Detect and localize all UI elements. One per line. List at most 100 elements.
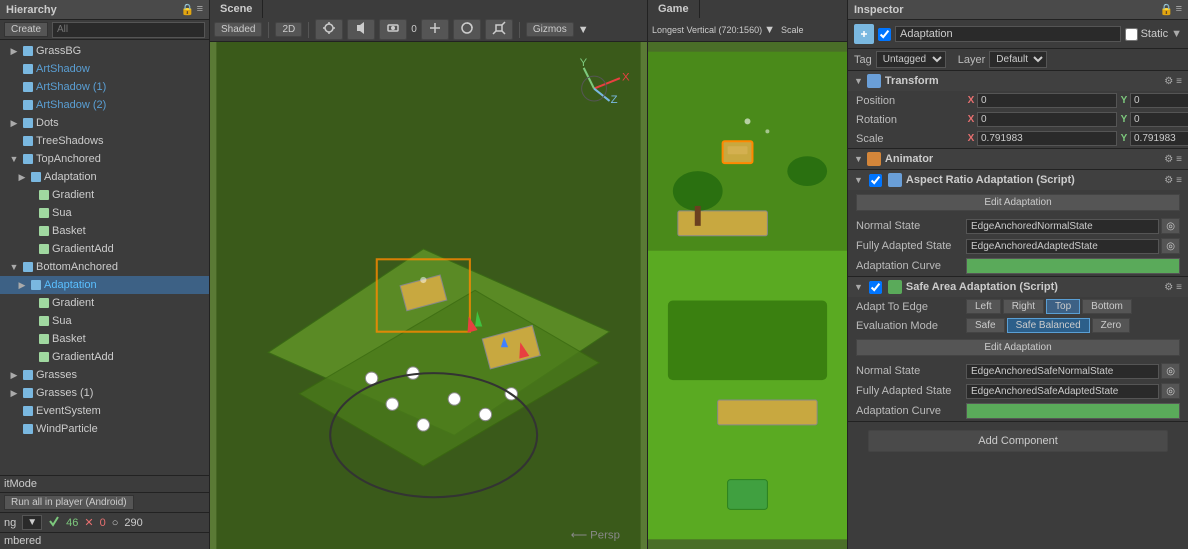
tree-item-topanchored[interactable]: ▼ TopAnchored — [0, 150, 209, 168]
gizmos-arrow[interactable]: ▼ — [578, 24, 589, 36]
aspect-ratio-menu-icon[interactable]: ≡ — [1176, 175, 1182, 186]
run-all-button[interactable]: Run all in player (Android) — [4, 495, 134, 510]
tree-item-adaptation-bot[interactable]: ▶ Adaptation — [0, 276, 209, 294]
tree-item-treeshadows[interactable]: TreeShadows — [0, 132, 209, 150]
safe-normal-state-btn[interactable]: ◎ — [1161, 363, 1180, 379]
safe-area-controls: ⚙ ≡ — [1164, 282, 1182, 293]
tree-item-artshadow2[interactable]: ArtShadow (2) — [0, 96, 209, 114]
create-button[interactable]: Create — [4, 22, 48, 37]
obj-name-input[interactable] — [895, 26, 1121, 42]
tree-item-grasses[interactable]: ▶ Grasses — [0, 366, 209, 384]
safe-area-menu-icon[interactable]: ≡ — [1176, 282, 1182, 293]
safe-fully-adapted-input[interactable] — [966, 384, 1159, 399]
safe-btn[interactable]: Safe — [966, 318, 1005, 333]
safe-area-header[interactable]: ▼ Safe Area Adaptation (Script) ⚙ ≡ — [848, 277, 1188, 297]
layer-select[interactable]: Default — [989, 51, 1047, 68]
obj-active-checkbox[interactable] — [878, 28, 891, 41]
animator-component: ▼ Animator ⚙ ≡ — [848, 149, 1188, 170]
safe-normal-state-input[interactable] — [966, 364, 1159, 379]
gameobject-icon-artshadow1 — [20, 79, 36, 95]
normal-state-btn[interactable]: ◎ — [1161, 218, 1180, 234]
tree-item-bottomanchored[interactable]: ▼ BottomAnchored — [0, 258, 209, 276]
static-arrow[interactable]: ▼ — [1171, 28, 1182, 40]
lock-icon[interactable]: 🔒 — [181, 3, 195, 16]
safe-fully-adapted-btn[interactable]: ◎ — [1161, 383, 1180, 399]
label-basket-top: Basket — [52, 225, 86, 237]
rot-x-field[interactable] — [977, 112, 1117, 127]
tree-item-dots[interactable]: ▶ Dots — [0, 114, 209, 132]
fully-adapted-btn[interactable]: ◎ — [1161, 238, 1180, 254]
label-dots: Dots — [36, 117, 59, 129]
tree-item-sua-top[interactable]: Sua — [0, 204, 209, 222]
safe-balanced-btn[interactable]: Safe Balanced — [1007, 318, 1090, 333]
pos-y-field[interactable] — [1130, 93, 1188, 108]
animator-header[interactable]: ▼ Animator ⚙ ≡ — [848, 149, 1188, 169]
rot-y-field[interactable] — [1130, 112, 1188, 127]
light-button[interactable] — [315, 19, 343, 40]
scale-x-label: X — [966, 133, 976, 144]
safe-area-settings-icon[interactable]: ⚙ — [1164, 282, 1173, 293]
effects-button[interactable] — [379, 19, 407, 40]
tree-item-artshadow1[interactable]: ArtShadow (1) — [0, 78, 209, 96]
rotate-button[interactable] — [453, 19, 481, 40]
pos-x-field[interactable] — [977, 93, 1117, 108]
animator-menu-icon[interactable]: ≡ — [1176, 154, 1182, 165]
normal-state-input[interactable] — [966, 219, 1159, 234]
tree-item-sua-bot[interactable]: Sua — [0, 312, 209, 330]
tree-item-windparticle[interactable]: WindParticle — [0, 420, 209, 438]
fully-adapted-input[interactable] — [966, 239, 1159, 254]
tree-item-gradientadd-top[interactable]: GradientAdd — [0, 240, 209, 258]
left-btn[interactable]: Left — [966, 299, 1001, 314]
tree-item-adaptation-top[interactable]: ▶ Adaptation — [0, 168, 209, 186]
safe-area-active[interactable] — [869, 281, 882, 294]
right-btn[interactable]: Right — [1003, 299, 1044, 314]
shaded-button[interactable]: Shaded — [214, 22, 262, 37]
top-btn[interactable]: Top — [1046, 299, 1080, 314]
tree-item-grasses1[interactable]: ▶ Grasses (1) — [0, 384, 209, 402]
add-component-button[interactable]: Add Component — [868, 430, 1168, 452]
transform-controls: ⚙ ≡ — [1164, 76, 1182, 87]
edit-adaptation-btn-1[interactable]: Edit Adaptation — [856, 194, 1180, 211]
tree-item-basket-top[interactable]: Basket — [0, 222, 209, 240]
tag-select[interactable]: Untagged — [876, 51, 946, 68]
tree-item-gradientadd-bot[interactable]: GradientAdd — [0, 348, 209, 366]
aspect-arrow[interactable]: ▼ — [764, 24, 775, 36]
2d-button[interactable]: 2D — [275, 22, 302, 37]
aspect-ratio-header[interactable]: ▼ Aspect Ratio Adaptation (Script) ⚙ ≡ — [848, 170, 1188, 190]
tree-item-gradient-bot[interactable]: Gradient — [0, 294, 209, 312]
transform-menu-icon[interactable]: ≡ — [1176, 76, 1182, 87]
tree-item-gradient-top[interactable]: Gradient — [0, 186, 209, 204]
tab-game[interactable]: Game — [648, 0, 700, 18]
tab-scene[interactable]: Scene — [210, 0, 263, 18]
scene-tabs: Scene — [210, 0, 647, 18]
tree-item-basket-bot[interactable]: Basket — [0, 330, 209, 348]
bottom-btn[interactable]: Bottom — [1082, 299, 1132, 314]
audio-button[interactable] — [347, 19, 375, 40]
zero-btn[interactable]: Zero — [1092, 318, 1131, 333]
inspector-lock-icon[interactable]: 🔒 — [1160, 3, 1174, 16]
aspect-ratio-settings-icon[interactable]: ⚙ — [1164, 175, 1173, 186]
dropdown-ng[interactable]: ▼ — [22, 515, 42, 530]
transform-header[interactable]: ▼ Transform ⚙ ≡ — [848, 71, 1188, 91]
scale-x-field[interactable] — [977, 131, 1117, 146]
search-input[interactable] — [52, 22, 205, 38]
transform-settings-icon[interactable]: ⚙ — [1164, 76, 1173, 87]
safe-adaptation-curve[interactable] — [966, 403, 1180, 419]
animator-settings-icon[interactable]: ⚙ — [1164, 154, 1173, 165]
tree-item-grassbg[interactable]: ▶ GrassBG — [0, 42, 209, 60]
scale-y-field[interactable] — [1130, 131, 1188, 146]
inspector-menu-icon[interactable]: ≡ — [1176, 3, 1182, 16]
adaptation-curve-1[interactable] — [966, 258, 1180, 274]
menu-icon[interactable]: ≡ — [197, 3, 203, 16]
gizmos-button[interactable]: Gizmos — [526, 22, 574, 37]
sprite-icon-gradient-bot — [36, 295, 52, 311]
scale-button[interactable] — [485, 19, 513, 40]
static-checkbox[interactable] — [1125, 28, 1138, 41]
arrow-topanchored: ▼ — [8, 154, 20, 164]
edit-adaptation-btn-2[interactable]: Edit Adaptation — [856, 339, 1180, 356]
label-artshadow: ArtShadow — [36, 63, 90, 75]
tree-item-eventsystem[interactable]: EventSystem — [0, 402, 209, 420]
aspect-ratio-active[interactable] — [869, 174, 882, 187]
tree-item-artshadow[interactable]: ArtShadow — [0, 60, 209, 78]
move-button[interactable] — [421, 19, 449, 40]
